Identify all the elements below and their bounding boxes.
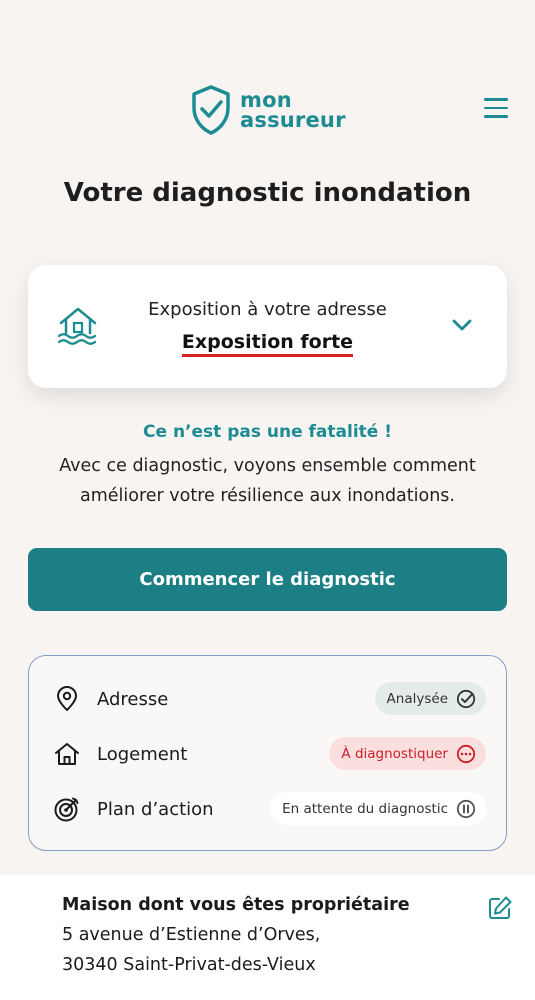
check-circle-icon <box>456 689 476 708</box>
step-row-logement[interactable]: Logement À diagnostiquer <box>29 734 506 774</box>
description-line-2: améliorer votre résilience aux inondatio… <box>80 486 455 506</box>
logo[interactable]: mon assureur <box>190 84 346 136</box>
exposure-value-text: Exposition forte <box>181 331 354 357</box>
brand-line-1: mon <box>240 88 292 112</box>
status-badge: En attente du diagnostic <box>270 792 486 825</box>
status-badge: Analysée <box>374 682 486 715</box>
status-text: Analysée <box>386 690 448 707</box>
header: mon assureur <box>0 0 535 150</box>
status-text: En attente du diagnostic <box>282 800 448 817</box>
encouragement-headline: Ce n’est pas une fatalité ! <box>143 422 392 442</box>
brand-line-2: assureur <box>240 108 346 132</box>
shield-check-icon <box>192 85 230 135</box>
property-title: Maison dont vous êtes propriétaire <box>62 895 410 915</box>
target-icon <box>54 797 79 822</box>
step-label: Adresse <box>97 689 169 710</box>
more-circle-icon <box>456 744 476 763</box>
diagnostic-steps-card: Adresse Analysée Logement À diagnostique… <box>28 655 507 851</box>
step-row-adresse[interactable]: Adresse Analysée <box>29 679 506 719</box>
exposure-value: Exposition forte <box>28 331 507 357</box>
hamburger-menu-icon[interactable] <box>484 98 508 120</box>
edit-icon[interactable] <box>487 895 513 921</box>
exposure-card[interactable]: Exposition à votre adresse Exposition fo… <box>28 265 507 388</box>
home-icon <box>55 743 79 765</box>
brand-name: mon assureur <box>240 88 346 132</box>
diagnostic-description: Avec ce diagnostic, voyons ensemble comm… <box>20 451 515 511</box>
status-text: À diagnostiquer <box>341 745 448 762</box>
start-diagnostic-button[interactable]: Commencer le diagnostic <box>28 548 507 611</box>
pause-circle-icon <box>456 799 476 818</box>
address-line-1: 5 avenue d’Estienne d’Orves, <box>62 925 321 945</box>
exposure-label: Exposition à votre adresse <box>148 299 387 320</box>
location-pin-icon <box>57 686 77 711</box>
description-line-1: Avec ce diagnostic, voyons ensemble comm… <box>59 456 476 476</box>
step-label: Plan d’action <box>97 799 214 820</box>
step-label: Logement <box>97 744 188 765</box>
status-badge: À diagnostiquer <box>329 737 486 770</box>
page-title: Votre diagnostic inondation <box>63 178 472 208</box>
step-row-plan-action[interactable]: Plan d’action En attente du diagnostic <box>29 789 506 829</box>
property-section: Maison dont vous êtes propriétaire 5 ave… <box>0 875 535 1000</box>
address-line-2: 30340 Saint-Privat-des-Vieux <box>62 955 316 975</box>
chevron-down-icon[interactable] <box>451 317 473 333</box>
